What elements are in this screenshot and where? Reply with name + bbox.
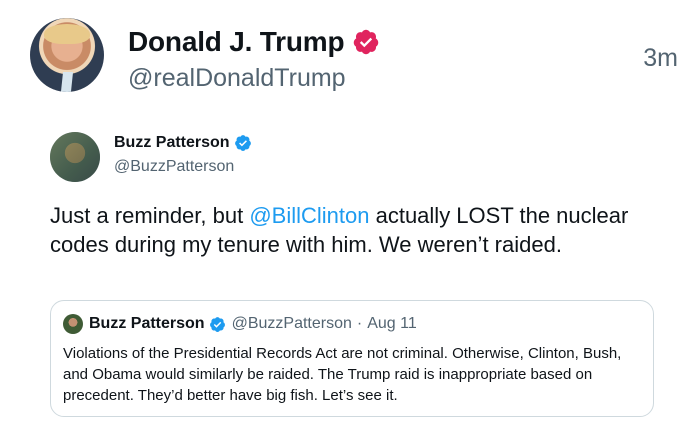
mention-link[interactable]: @BillClinton [249, 203, 369, 228]
nested-quote-header: Buzz Patterson @BuzzPatterson · Aug 11 [63, 314, 417, 334]
author-name-row: Donald J. Trump [128, 26, 380, 58]
quoted-text-part: Just a reminder, but [50, 203, 250, 228]
quoted-tweet-card[interactable]: Buzz Patterson @BuzzPatterson Just a rem… [18, 114, 678, 439]
separator-dot: · [356, 315, 363, 332]
author-handle[interactable]: @realDonaldTrump [128, 64, 346, 93]
verified-badge-icon [209, 316, 225, 332]
verified-badge-icon [354, 29, 379, 55]
avatar-tie [60, 72, 74, 92]
author-avatar[interactable] [30, 18, 104, 92]
quoted-author-avatar[interactable] [50, 132, 100, 182]
quoted-author-name[interactable]: Buzz Patterson [114, 134, 230, 152]
nested-author-name[interactable]: Buzz Patterson [89, 315, 205, 333]
nested-quote-date[interactable]: Aug 11 [367, 315, 417, 333]
nested-author-avatar[interactable] [63, 314, 83, 334]
nested-quote-card[interactable]: Buzz Patterson @BuzzPatterson · Aug 11 V… [50, 300, 654, 417]
avatar-background [50, 132, 100, 182]
nested-quote-text: Violations of the Presidential Records A… [63, 345, 622, 404]
post-timestamp[interactable]: 3m [643, 44, 678, 73]
quoted-author-name-row: Buzz Patterson [114, 134, 252, 152]
author-display-name[interactable]: Donald J. Trump [128, 26, 345, 58]
verified-badge-icon [234, 135, 251, 151]
nested-author-handle[interactable]: @BuzzPatterson [232, 315, 352, 333]
avatar-hair [44, 24, 90, 44]
quoted-tweet-text: Just a reminder, but @BillClinton actual… [50, 201, 650, 259]
quoted-author-handle[interactable]: @BuzzPatterson [114, 158, 234, 176]
post-header: Donald J. Trump @realDonaldTrump 3m [0, 0, 700, 110]
